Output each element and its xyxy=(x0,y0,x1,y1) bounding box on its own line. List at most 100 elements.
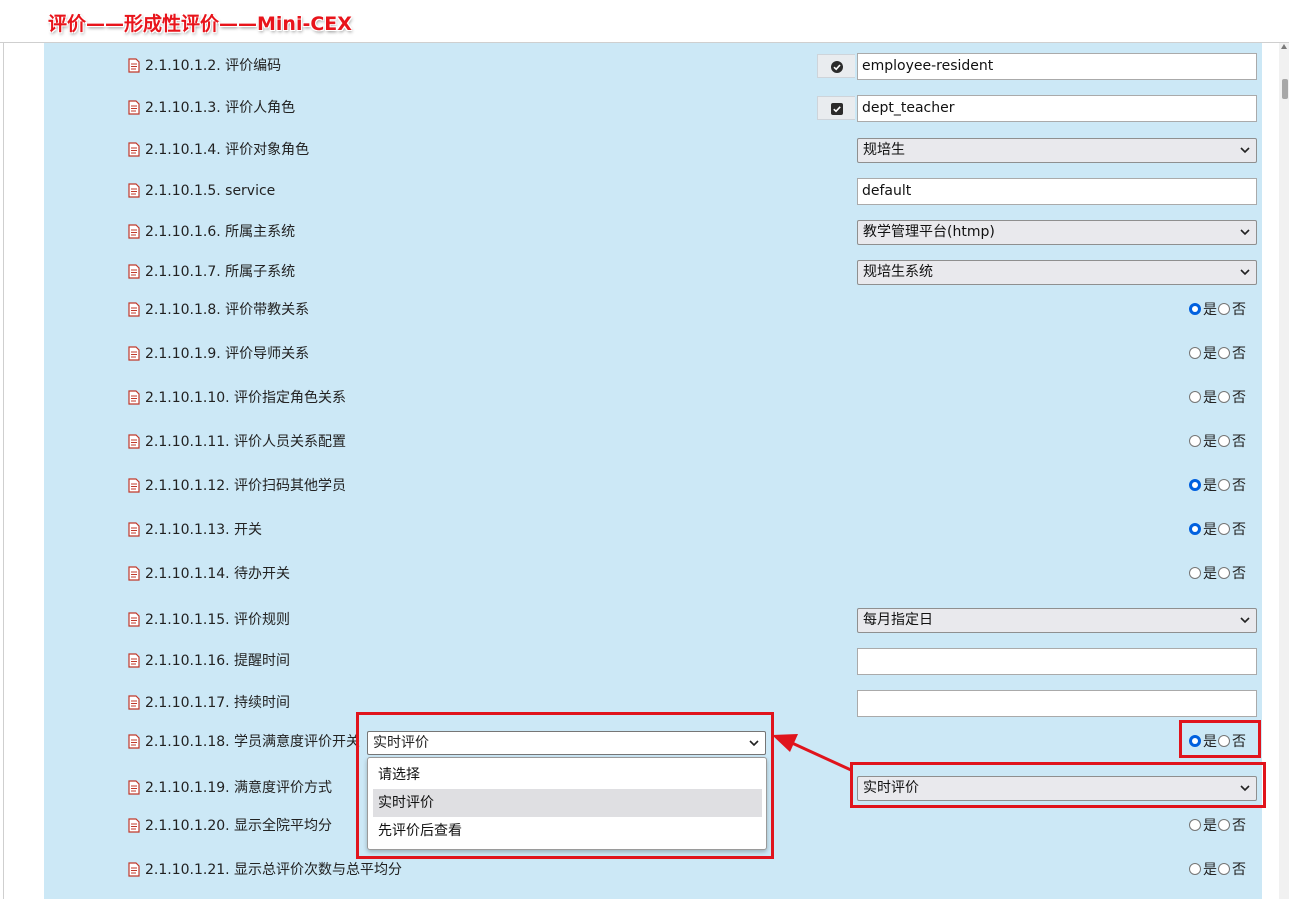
frame-left-border xyxy=(3,42,4,899)
radio-yes[interactable] xyxy=(1189,435,1201,447)
yes-no-radio-group: 是否 xyxy=(1189,818,1247,834)
checkbox-checked-icon xyxy=(817,96,855,120)
radio-yes-label: 是 xyxy=(1203,302,1217,318)
select-value: 规培生 xyxy=(863,142,905,158)
setting-text-input[interactable]: dept_teacher xyxy=(857,95,1257,122)
setting-label: 2.1.10.1.17. 持续时间 xyxy=(145,695,291,711)
document-icon xyxy=(128,522,140,537)
setting-select[interactable]: 规培生 xyxy=(857,138,1257,163)
document-icon xyxy=(128,390,140,405)
setting-label: 2.1.10.1.14. 待办开关 xyxy=(145,566,291,582)
setting-label: 2.1.10.1.9. 评价导师关系 xyxy=(145,346,310,362)
setting-label: 2.1.10.1.2. 评价编码 xyxy=(145,58,282,74)
select-value: 教学管理平台(htmp) xyxy=(863,224,995,240)
radio-yes-label: 是 xyxy=(1203,818,1217,834)
radio-yes[interactable] xyxy=(1189,347,1201,359)
radio-no-label: 否 xyxy=(1232,566,1246,582)
radio-no[interactable] xyxy=(1218,567,1230,579)
document-icon xyxy=(128,734,140,749)
radio-no-label: 否 xyxy=(1232,302,1246,318)
scroll-up-arrow-icon[interactable] xyxy=(1281,44,1287,49)
radio-yes-label: 是 xyxy=(1203,522,1217,538)
radio-no[interactable] xyxy=(1218,523,1230,535)
document-icon xyxy=(128,302,140,317)
setting-label: 2.1.10.1.12. 评价扫码其他学员 xyxy=(145,478,347,494)
document-icon xyxy=(128,695,140,710)
radio-no-label: 否 xyxy=(1232,346,1246,362)
document-icon xyxy=(128,478,140,493)
document-icon xyxy=(128,566,140,581)
chevron-down-icon xyxy=(1240,617,1250,624)
yes-no-radio-group: 是否 xyxy=(1189,862,1247,878)
radio-no-label: 否 xyxy=(1232,522,1246,538)
check-circle-icon xyxy=(817,54,855,78)
select-value: 规培生系统 xyxy=(863,264,933,280)
radio-no[interactable] xyxy=(1218,435,1230,447)
yes-no-radio-group: 是否 xyxy=(1189,522,1247,538)
radio-yes[interactable] xyxy=(1189,863,1201,875)
setting-label: 2.1.10.1.10. 评价指定角色关系 xyxy=(145,390,347,406)
document-icon xyxy=(128,346,140,361)
radio-no[interactable] xyxy=(1218,479,1230,491)
radio-yes[interactable] xyxy=(1189,819,1201,831)
radio-no-label: 否 xyxy=(1232,434,1246,450)
setting-select[interactable]: 每月指定日 xyxy=(857,608,1257,633)
setting-label: 2.1.10.1.20. 显示全院平均分 xyxy=(145,818,333,834)
document-icon xyxy=(128,818,140,833)
document-icon xyxy=(128,653,140,668)
document-icon xyxy=(128,142,140,157)
setting-label: 2.1.10.1.3. 评价人角色 xyxy=(145,100,296,116)
radio-yes[interactable] xyxy=(1189,523,1201,535)
setting-label: 2.1.10.1.7. 所属子系统 xyxy=(145,264,296,280)
yes-no-radio-group: 是否 xyxy=(1189,434,1247,450)
setting-text-input[interactable]: default xyxy=(857,178,1257,205)
setting-label: 2.1.10.1.5. service xyxy=(145,183,276,199)
annotation-box-method-select xyxy=(850,762,1266,808)
radio-yes-label: 是 xyxy=(1203,346,1217,362)
radio-no[interactable] xyxy=(1218,347,1230,359)
yes-no-radio-group: 是否 xyxy=(1189,566,1247,582)
chevron-down-icon xyxy=(1240,269,1250,276)
radio-yes[interactable] xyxy=(1189,567,1201,579)
radio-no[interactable] xyxy=(1218,303,1230,315)
radio-yes-label: 是 xyxy=(1203,566,1217,582)
radio-no[interactable] xyxy=(1218,819,1230,831)
chevron-down-icon xyxy=(1240,147,1250,154)
document-icon xyxy=(128,862,140,877)
select-value: 每月指定日 xyxy=(863,612,933,628)
document-icon xyxy=(128,58,140,73)
setting-label: 2.1.10.1.8. 评价带教关系 xyxy=(145,302,310,318)
setting-select[interactable]: 规培生系统 xyxy=(857,260,1257,285)
radio-yes[interactable] xyxy=(1189,391,1201,403)
annotation-box-radio xyxy=(1179,720,1261,758)
annotation-box-dropdown xyxy=(356,712,774,859)
yes-no-radio-group: 是否 xyxy=(1189,346,1247,362)
radio-yes-label: 是 xyxy=(1203,478,1217,494)
radio-yes-label: 是 xyxy=(1203,862,1217,878)
document-icon xyxy=(128,434,140,449)
setting-text-input[interactable] xyxy=(857,648,1257,675)
yes-no-radio-group: 是否 xyxy=(1189,478,1247,494)
radio-no-label: 否 xyxy=(1232,818,1246,834)
setting-text-input[interactable]: employee-resident xyxy=(857,53,1257,80)
yes-no-radio-group: 是否 xyxy=(1189,302,1247,318)
setting-label: 2.1.10.1.13. 开关 xyxy=(145,522,263,538)
setting-text-input[interactable] xyxy=(857,690,1257,717)
setting-label: 2.1.10.1.4. 评价对象角色 xyxy=(145,142,310,158)
setting-label: 2.1.10.1.6. 所属主系统 xyxy=(145,224,296,240)
page-heading: 评价——形成性评价——Mini-CEX xyxy=(48,13,352,35)
radio-yes[interactable] xyxy=(1189,303,1201,315)
vertical-scrollbar[interactable] xyxy=(1279,43,1289,899)
document-icon xyxy=(128,264,140,279)
radio-no-label: 否 xyxy=(1232,862,1246,878)
radio-yes[interactable] xyxy=(1189,479,1201,491)
document-icon xyxy=(128,612,140,627)
setting-label: 2.1.10.1.18. 学员满意度评价开关 xyxy=(145,734,361,750)
scrollbar-thumb[interactable] xyxy=(1282,79,1288,99)
radio-no[interactable] xyxy=(1218,391,1230,403)
setting-select[interactable]: 教学管理平台(htmp) xyxy=(857,220,1257,245)
document-icon xyxy=(128,100,140,115)
radio-no[interactable] xyxy=(1218,863,1230,875)
document-icon xyxy=(128,183,140,198)
radio-no-label: 否 xyxy=(1232,390,1246,406)
